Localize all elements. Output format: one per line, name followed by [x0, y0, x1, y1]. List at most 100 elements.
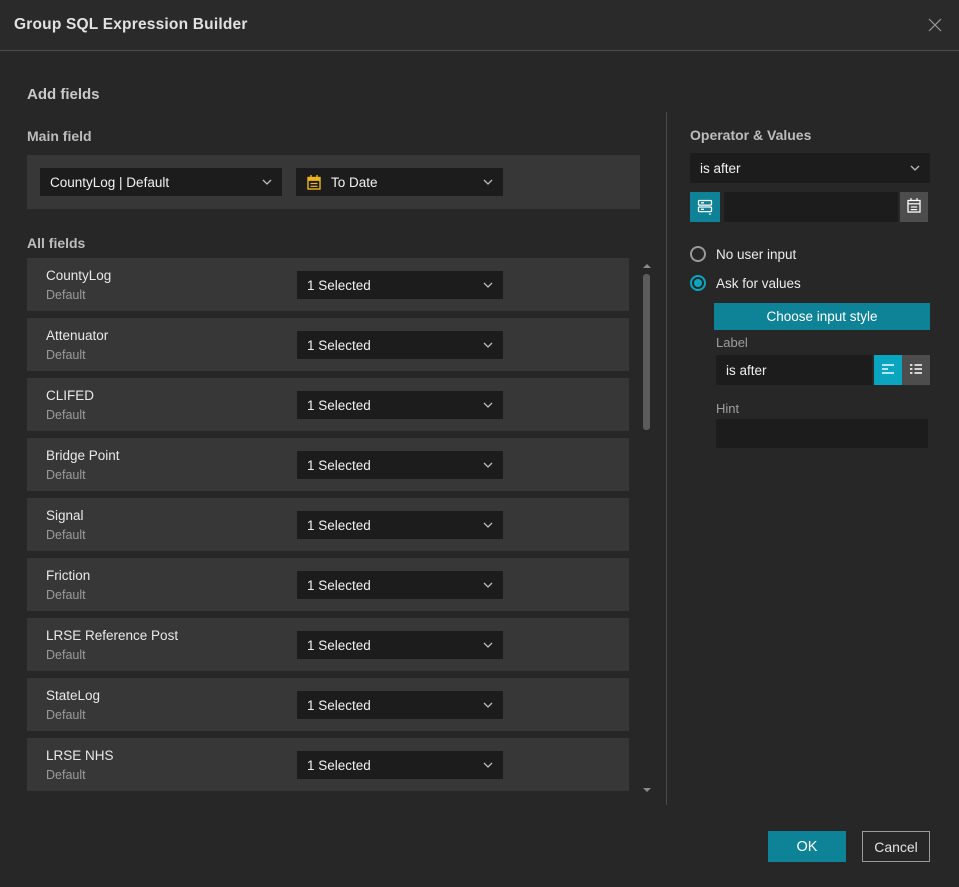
ok-button[interactable]: OK	[768, 831, 846, 862]
panel-divider	[666, 112, 667, 805]
chevron-down-icon	[483, 642, 493, 648]
label-input[interactable]	[716, 355, 872, 385]
scrollbar-thumb[interactable]	[643, 274, 650, 430]
chevron-down-icon	[483, 582, 493, 588]
main-field-select[interactable]: CountyLog | Default	[40, 168, 282, 196]
label-style-text-button[interactable]	[874, 355, 902, 385]
all-fields-list: CountyLog Default 1 Selected Attenuator …	[27, 258, 629, 791]
chevron-down-icon	[483, 179, 493, 185]
hint-caption: Hint	[716, 401, 740, 416]
date-value-input[interactable]	[724, 192, 898, 222]
scroll-up-arrow-icon[interactable]	[643, 264, 651, 268]
calendar-icon	[906, 197, 922, 217]
operator-select-value: is after	[700, 160, 741, 176]
chevron-down-icon	[483, 462, 493, 468]
radio-circle-icon	[690, 275, 706, 291]
field-row: LRSE Reference Post Default 1 Selected	[27, 618, 629, 671]
radio-ask-for-values-label: Ask for values	[716, 275, 801, 291]
field-row: Attenuator Default 1 Selected	[27, 318, 629, 371]
chevron-down-icon	[910, 165, 920, 171]
main-field-heading: Main field	[27, 128, 92, 144]
radio-no-user-input[interactable]: No user input	[690, 245, 796, 263]
field-subtitle: Default	[46, 588, 86, 602]
choose-input-style-button[interactable]: Choose input style	[714, 303, 930, 330]
cancel-button[interactable]: Cancel	[862, 831, 930, 862]
chevron-down-icon	[483, 762, 493, 768]
field-values-select-value: 1 Selected	[307, 757, 371, 773]
scroll-down-arrow-icon[interactable]	[643, 788, 651, 792]
calendar-icon	[306, 174, 322, 191]
date-field-select[interactable]: To Date	[296, 168, 503, 196]
field-name: Attenuator	[46, 328, 109, 343]
date-field-select-value: To Date	[331, 174, 378, 190]
field-row: Signal Default 1 Selected	[27, 498, 629, 551]
date-picker-button[interactable]	[900, 192, 928, 222]
field-values-select[interactable]: 1 Selected	[297, 631, 503, 659]
field-values-select[interactable]: 1 Selected	[297, 511, 503, 539]
field-subtitle: Default	[46, 408, 86, 422]
operator-values-heading: Operator & Values	[690, 127, 812, 143]
field-values-select-value: 1 Selected	[307, 577, 371, 593]
dialog-title: Group SQL Expression Builder	[14, 16, 248, 33]
field-name: Signal	[46, 508, 84, 523]
radio-ask-for-values[interactable]: Ask for values	[690, 274, 801, 292]
field-values-select[interactable]: 1 Selected	[297, 391, 503, 419]
field-values-select[interactable]: 1 Selected	[297, 451, 503, 479]
field-values-select[interactable]: 1 Selected	[297, 331, 503, 359]
list-style-icon	[908, 361, 924, 380]
radio-circle-icon	[690, 246, 706, 262]
field-subtitle: Default	[46, 468, 86, 482]
radio-no-user-input-label: No user input	[716, 246, 797, 262]
field-values-select[interactable]: 1 Selected	[297, 751, 503, 779]
field-values-select-value: 1 Selected	[307, 277, 371, 293]
field-row: StateLog Default 1 Selected	[27, 678, 629, 731]
operator-select[interactable]: is after	[690, 153, 930, 183]
all-fields-heading: All fields	[27, 235, 86, 251]
close-button[interactable]	[921, 12, 949, 40]
field-name: CLIFED	[46, 388, 95, 403]
field-values-select-value: 1 Selected	[307, 517, 371, 533]
field-subtitle: Default	[46, 348, 86, 362]
field-name: Bridge Point	[46, 448, 120, 463]
field-values-select[interactable]: 1 Selected	[297, 571, 503, 599]
field-name: CountyLog	[46, 268, 112, 283]
field-row: CLIFED Default 1 Selected	[27, 378, 629, 431]
chevron-down-icon	[483, 702, 493, 708]
field-values-select-value: 1 Selected	[307, 637, 371, 653]
close-icon	[926, 16, 944, 37]
chevron-down-icon	[483, 342, 493, 348]
chevron-down-icon	[483, 282, 493, 288]
field-values-select-value: 1 Selected	[307, 397, 371, 413]
field-name: LRSE Reference Post	[46, 628, 179, 643]
label-caption: Label	[716, 335, 748, 350]
chevron-down-icon	[483, 402, 493, 408]
hint-input[interactable]	[716, 419, 928, 448]
value-input-type-button[interactable]	[690, 192, 720, 222]
field-values-select[interactable]: 1 Selected	[297, 271, 503, 299]
main-field-select-value: CountyLog | Default	[50, 174, 170, 190]
field-subtitle: Default	[46, 528, 86, 542]
field-row: Bridge Point Default 1 Selected	[27, 438, 629, 491]
field-values-select-value: 1 Selected	[307, 337, 371, 353]
chevron-down-icon	[483, 522, 493, 528]
field-values-select-value: 1 Selected	[307, 457, 371, 473]
field-row: Friction Default 1 Selected	[27, 558, 629, 611]
field-name: StateLog	[46, 688, 101, 703]
add-fields-heading: Add fields	[27, 86, 100, 103]
chevron-down-icon	[262, 179, 272, 185]
main-field-panel: CountyLog | Default To Date	[27, 155, 640, 209]
field-row: CountyLog Default 1 Selected	[27, 258, 629, 311]
field-subtitle: Default	[46, 648, 86, 662]
field-subtitle: Default	[46, 708, 86, 722]
dialog-titlebar: Group SQL Expression Builder	[0, 0, 959, 51]
field-subtitle: Default	[46, 768, 86, 782]
stack-input-type-icon	[696, 197, 714, 218]
text-style-icon	[880, 361, 896, 380]
field-name: Friction	[46, 568, 91, 583]
field-name: LRSE NHS	[46, 748, 114, 763]
list-scrollbar[interactable]	[641, 258, 652, 800]
label-style-list-button[interactable]	[902, 355, 930, 385]
field-subtitle: Default	[46, 288, 86, 302]
field-values-select-value: 1 Selected	[307, 697, 371, 713]
field-values-select[interactable]: 1 Selected	[297, 691, 503, 719]
